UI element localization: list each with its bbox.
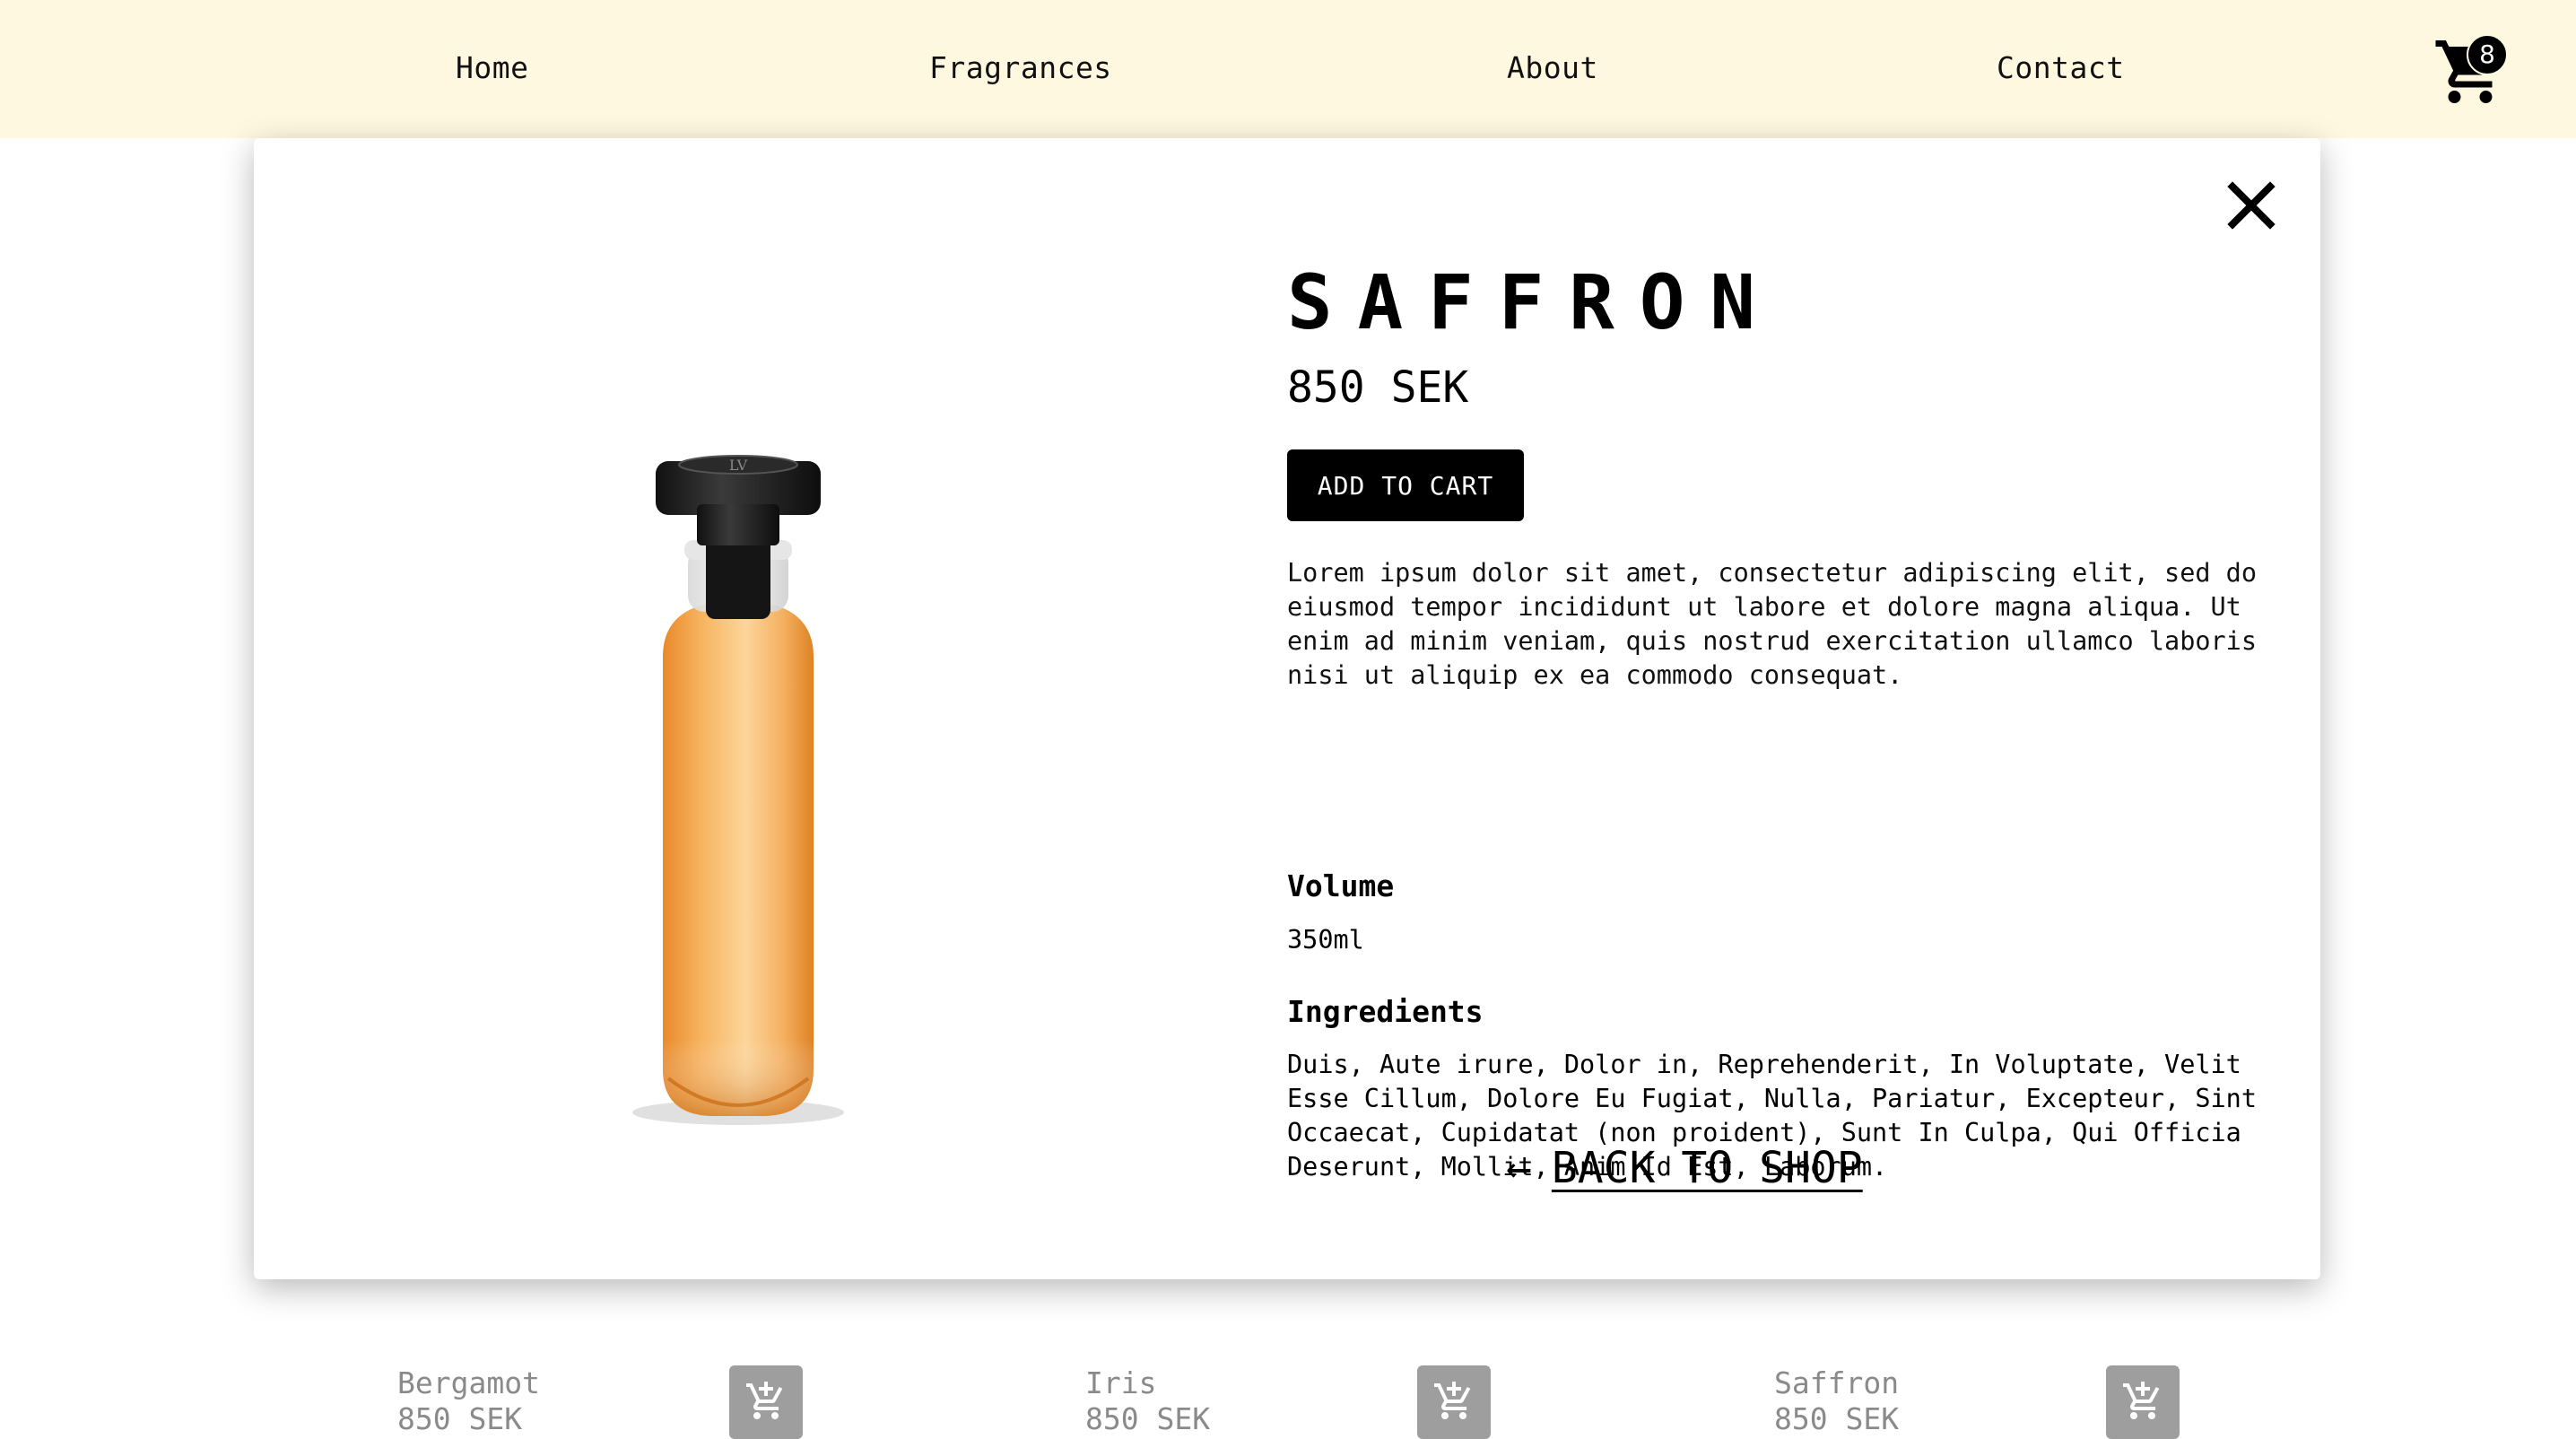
- add-to-cart-button[interactable]: [729, 1365, 803, 1439]
- volume-value: 350ml: [1287, 925, 1364, 955]
- add-to-cart-icon: [746, 1382, 783, 1419]
- volume-heading: Volume: [1287, 868, 1395, 903]
- product-price: 850 SEK: [397, 1401, 523, 1436]
- product-detail-modal: LV SAFFRON 850 SEK ADD TO CART Lorem ips…: [254, 138, 2320, 1279]
- close-button[interactable]: [2225, 179, 2277, 231]
- product-price: 850 SEK: [1085, 1401, 1211, 1436]
- add-to-cart-icon: [2123, 1382, 2160, 1419]
- nav-link-home[interactable]: Home: [456, 48, 528, 88]
- product-title: SAFFRON: [1287, 258, 1781, 346]
- product-description: Lorem ipsum dolor sit amet, consectetur …: [1287, 558, 2257, 690]
- product-price: 850 SEK: [1287, 362, 1469, 413]
- add-to-cart-icon: [1434, 1382, 1471, 1419]
- product-price: 850 SEK: [1774, 1401, 1900, 1436]
- product-card-iris[interactable]: Iris 850 SEK: [1085, 1364, 1498, 1439]
- nav-link-about[interactable]: About: [1507, 48, 1598, 88]
- back-to-shop-label: BACK TO SHOP: [1551, 1143, 1863, 1193]
- product-name: Saffron: [1774, 1365, 1900, 1400]
- product-image: LV: [632, 455, 844, 1125]
- svg-text:LV: LV: [729, 457, 748, 474]
- add-to-cart-button[interactable]: [2106, 1365, 2180, 1439]
- cart-count-badge: 8: [2467, 34, 2508, 75]
- product-card-bergamot[interactable]: Bergamot 850 SEK: [397, 1364, 810, 1439]
- product-name: Bergamot: [397, 1365, 540, 1400]
- arrow-left-icon: ←: [1506, 1143, 1532, 1193]
- nav-link-fragrances[interactable]: Fragrances: [929, 48, 1112, 88]
- nav-link-contact[interactable]: Contact: [1997, 48, 2125, 88]
- cart-button[interactable]: 8: [2432, 29, 2513, 109]
- add-to-cart-button[interactable]: ADD TO CART: [1287, 449, 1524, 521]
- add-to-cart-button[interactable]: [1417, 1365, 1491, 1439]
- product-name: Iris: [1085, 1365, 1157, 1400]
- ingredients-heading: Ingredients: [1287, 994, 1484, 1029]
- close-icon: [2227, 181, 2276, 230]
- back-to-shop-link[interactable]: ← BACK TO SHOP: [1506, 1138, 1863, 1199]
- navbar: Home Fragrances About Contact 8: [0, 0, 2576, 138]
- product-card-saffron[interactable]: Saffron 850 SEK: [1774, 1364, 2187, 1439]
